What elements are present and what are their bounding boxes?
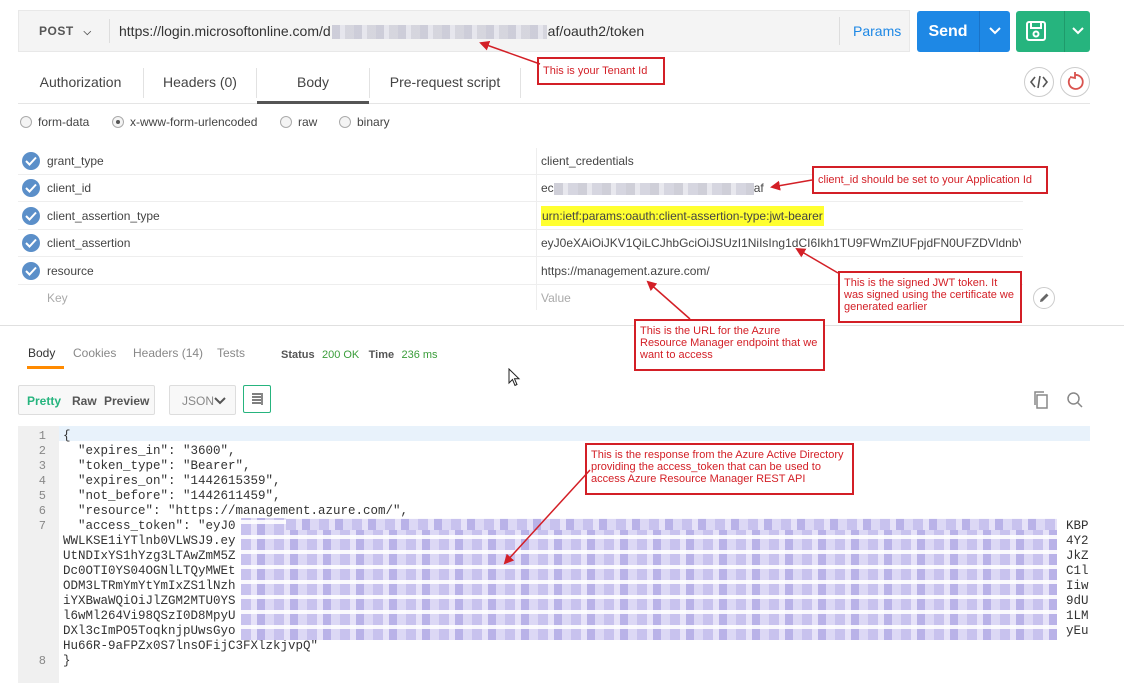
annotation-arrows	[479, 40, 839, 565]
arrow-jwt	[795, 247, 839, 274]
arrow-tenant	[479, 40, 541, 65]
arrow-client-id	[770, 179, 813, 191]
arrow-resource	[646, 280, 691, 320]
arrow-response	[503, 469, 591, 565]
